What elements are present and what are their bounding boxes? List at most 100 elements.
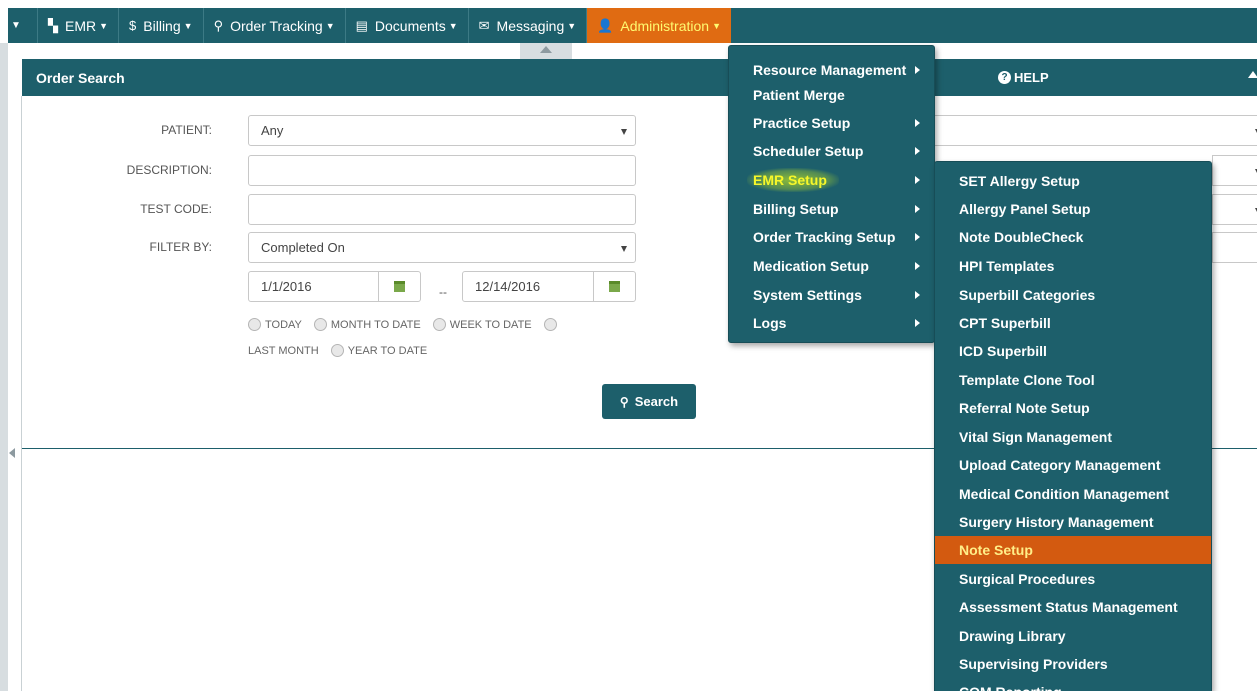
- panel-title: Order Search: [36, 70, 125, 86]
- submenu-item-set-allergy-setup[interactable]: SET Allergy Setup: [935, 167, 1211, 195]
- patient-select[interactable]: Any: [248, 115, 636, 146]
- submenu-item-medical-condition-management[interactable]: Medical Condition Management: [935, 480, 1211, 508]
- menu-item-logs[interactable]: Logs: [729, 309, 934, 337]
- expand-left-icon[interactable]: [9, 448, 15, 458]
- chevron-right-icon: [915, 66, 920, 74]
- radio-last-month[interactable]: [543, 318, 561, 331]
- description-input[interactable]: [248, 155, 636, 186]
- right-select-1[interactable]: [934, 115, 1257, 146]
- date-from-calendar-button[interactable]: [378, 272, 420, 301]
- nav-emr[interactable]: ▚ EMR ▼: [38, 8, 120, 43]
- right-input-4[interactable]: [1212, 232, 1257, 263]
- radio-button[interactable]: [313, 318, 327, 331]
- date-from-input[interactable]: 1/1/2016: [248, 271, 421, 302]
- chevron-right-icon: [915, 233, 920, 241]
- date-preset-row-2: LAST MONTH YEAR TO DATE: [248, 344, 439, 357]
- collapse-panel-icon[interactable]: [1248, 71, 1257, 78]
- submenu-item-referral-note-setup[interactable]: Referral Note Setup: [935, 394, 1211, 422]
- dropdown-arrow-icon: [621, 129, 627, 135]
- caret-down-icon: ▼: [448, 20, 458, 31]
- menu-item-scheduler-setup[interactable]: Scheduler Setup: [729, 137, 934, 165]
- submenu-item-allergy-panel-setup[interactable]: Allergy Panel Setup: [935, 195, 1211, 223]
- radio-today[interactable]: TODAY: [248, 318, 302, 331]
- menu-item-resource-management[interactable]: Resource Management: [729, 56, 934, 84]
- submenu-item-vital-sign-management[interactable]: Vital Sign Management: [935, 423, 1211, 451]
- submenu-item-supervising-providers[interactable]: Supervising Providers: [935, 650, 1211, 678]
- date-to-calendar-button[interactable]: [593, 272, 635, 301]
- submenu-item-upload-category-management[interactable]: Upload Category Management: [935, 451, 1211, 479]
- date-preset-row-1: TODAY MONTH TO DATE WEEK TO DATE: [248, 318, 573, 331]
- submenu-item-template-clone-tool[interactable]: Template Clone Tool: [935, 366, 1211, 394]
- calendar-icon: [394, 281, 405, 292]
- radio-button[interactable]: [543, 318, 557, 331]
- menu-item-system-settings[interactable]: System Settings: [729, 281, 934, 309]
- caret-down-icon: ▼: [325, 20, 335, 31]
- filter-by-label: FILTER BY:: [149, 240, 212, 254]
- radio-week-to-date[interactable]: WEEK TO DATE: [432, 318, 532, 331]
- description-label: DESCRIPTION:: [126, 163, 212, 177]
- submenu-item-surgical-procedures[interactable]: Surgical Procedures: [935, 565, 1211, 593]
- filter-by-select[interactable]: Completed On: [248, 232, 636, 263]
- submenu-item-note-setup[interactable]: Note Setup: [935, 536, 1211, 564]
- help-link[interactable]: ? HELP: [998, 70, 1049, 85]
- user-icon: 👤: [597, 17, 614, 33]
- chevron-right-icon: [915, 205, 920, 213]
- submenu-item-note-doublecheck[interactable]: Note DoubleCheck: [935, 223, 1211, 251]
- radio-year-to-date[interactable]: YEAR TO DATE: [330, 344, 427, 357]
- dropdown-arrow-icon: [621, 246, 627, 252]
- patient-label: PATIENT:: [161, 123, 212, 137]
- menu-item-medication-setup[interactable]: Medication Setup: [729, 252, 934, 280]
- submenu-item-superbill-categories[interactable]: Superbill Categories: [935, 281, 1211, 309]
- submenu-item-drawing-library[interactable]: Drawing Library: [935, 622, 1211, 650]
- help-icon: ?: [998, 71, 1011, 84]
- chevron-up-icon: [540, 46, 552, 53]
- administration-menu: Resource Management Patient Merge Practi…: [728, 45, 935, 343]
- test-code-label: TEST CODE:: [140, 202, 212, 216]
- date-to-input[interactable]: 12/14/2016: [462, 271, 636, 302]
- nav-messaging[interactable]: ✉ Messaging ▼: [469, 8, 588, 43]
- chevron-right-icon: [915, 291, 920, 299]
- menu-item-patient-merge[interactable]: Patient Merge: [729, 81, 934, 109]
- nav-documents[interactable]: ▤ Documents ▼: [346, 8, 469, 43]
- search-button[interactable]: ⚲ Search: [602, 384, 696, 419]
- main-navbar: ▼ ▚ EMR ▼ $ Billing ▼ ⚲ Order Tracking ▼ ▤ …: [8, 8, 1257, 43]
- submenu-item-hpi-templates[interactable]: HPI Templates: [935, 252, 1211, 280]
- submenu-item-icd-superbill[interactable]: ICD Superbill: [935, 337, 1211, 365]
- menu-item-billing-setup[interactable]: Billing Setup: [729, 195, 934, 223]
- submenu-item-assessment-status-management[interactable]: Assessment Status Management: [935, 593, 1211, 621]
- submenu-item-surgery-history-management[interactable]: Surgery History Management: [935, 508, 1211, 536]
- order-search-header: Order Search ? HELP: [22, 59, 1257, 96]
- nav-administration[interactable]: 👤 Administration ▼: [587, 8, 731, 43]
- radio-button[interactable]: [432, 318, 446, 331]
- radio-button[interactable]: [330, 344, 344, 357]
- dollar-icon: $: [129, 18, 137, 33]
- emr-icon: ▚: [48, 17, 58, 33]
- radio-month-to-date[interactable]: MONTH TO DATE: [313, 318, 421, 331]
- menu-item-emr-setup[interactable]: EMR Setup: [729, 166, 934, 194]
- collapse-header-tab[interactable]: [520, 43, 572, 59]
- document-icon: ▤: [355, 17, 368, 33]
- submenu-item-cpt-superbill[interactable]: CPT Superbill: [935, 309, 1211, 337]
- menu-item-practice-setup[interactable]: Practice Setup: [729, 109, 934, 137]
- radio-button[interactable]: [248, 318, 261, 331]
- chevron-right-icon: [915, 262, 920, 270]
- right-select-2[interactable]: [1212, 155, 1257, 186]
- nav-order-tracking[interactable]: ⚲ Order Tracking ▼: [204, 8, 346, 43]
- emr-setup-submenu: SET Allergy Setup Allergy Panel Setup No…: [934, 161, 1212, 691]
- right-select-3[interactable]: [1212, 194, 1257, 225]
- nav-menu-toggle[interactable]: ▼: [8, 8, 38, 43]
- chevron-right-icon: [915, 119, 920, 127]
- help-label: HELP: [1014, 70, 1049, 85]
- submenu-item-com-reporting[interactable]: COM Reporting: [935, 678, 1211, 691]
- chevron-right-icon: [915, 176, 920, 184]
- panel-left-border: [21, 96, 22, 691]
- caret-down-icon: ▼: [712, 20, 721, 31]
- chevron-right-icon: [915, 319, 920, 327]
- caret-down-icon: ▼: [99, 20, 109, 31]
- radio-last-month-label[interactable]: LAST MONTH: [248, 345, 319, 357]
- menu-item-order-tracking-setup[interactable]: Order Tracking Setup: [729, 223, 934, 251]
- nav-billing[interactable]: $ Billing ▼: [119, 8, 204, 43]
- caret-down-icon: ▼: [183, 20, 193, 31]
- left-rail: [0, 43, 8, 691]
- test-code-input[interactable]: [248, 194, 636, 225]
